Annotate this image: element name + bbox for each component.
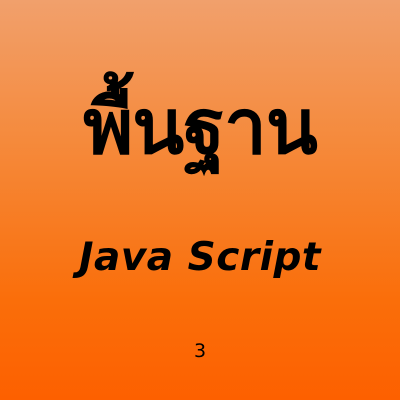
cover-card: พื้นฐาน Java Script 3 bbox=[0, 0, 400, 400]
cover-title: พื้นฐาน bbox=[83, 82, 318, 171]
cover-subtitle: Java Script bbox=[78, 235, 321, 280]
episode-number: 3 bbox=[193, 340, 207, 362]
